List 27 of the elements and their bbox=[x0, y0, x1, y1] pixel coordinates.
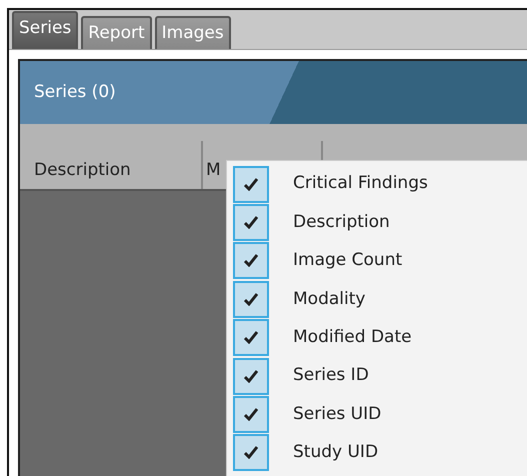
checkbox[interactable] bbox=[233, 280, 269, 318]
checkbox[interactable] bbox=[233, 358, 269, 395]
check-icon bbox=[244, 446, 258, 460]
check-icon bbox=[244, 216, 258, 230]
check-icon bbox=[244, 370, 258, 383]
menu-item[interactable]: Series ID bbox=[293, 363, 369, 389]
checkbox[interactable] bbox=[233, 242, 269, 280]
check-icon bbox=[244, 178, 258, 191]
menu-item[interactable]: Series UID bbox=[293, 402, 382, 428]
check-icon bbox=[244, 254, 258, 268]
check-icon bbox=[244, 331, 258, 344]
check-icon bbox=[244, 292, 258, 306]
column-header[interactable]: Description bbox=[20, 141, 203, 189]
checkbox[interactable] bbox=[233, 434, 269, 472]
check-icon bbox=[244, 408, 258, 422]
menu-item[interactable]: Critical Findings bbox=[293, 171, 428, 197]
tab[interactable]: Series bbox=[12, 11, 78, 49]
menu-item[interactable]: Image Count bbox=[293, 248, 402, 274]
menu-item[interactable]: Study UID bbox=[293, 440, 378, 466]
panel-title: Series (0) bbox=[34, 80, 116, 104]
menu-item[interactable]: Modality bbox=[293, 286, 366, 312]
checkbox[interactable] bbox=[233, 396, 269, 434]
checkbox[interactable] bbox=[233, 319, 269, 356]
menu-item[interactable]: Modified Date bbox=[293, 325, 412, 350]
checkbox[interactable] bbox=[233, 166, 269, 203]
menu-item[interactable]: Description bbox=[293, 210, 390, 236]
checkbox[interactable] bbox=[233, 204, 269, 242]
